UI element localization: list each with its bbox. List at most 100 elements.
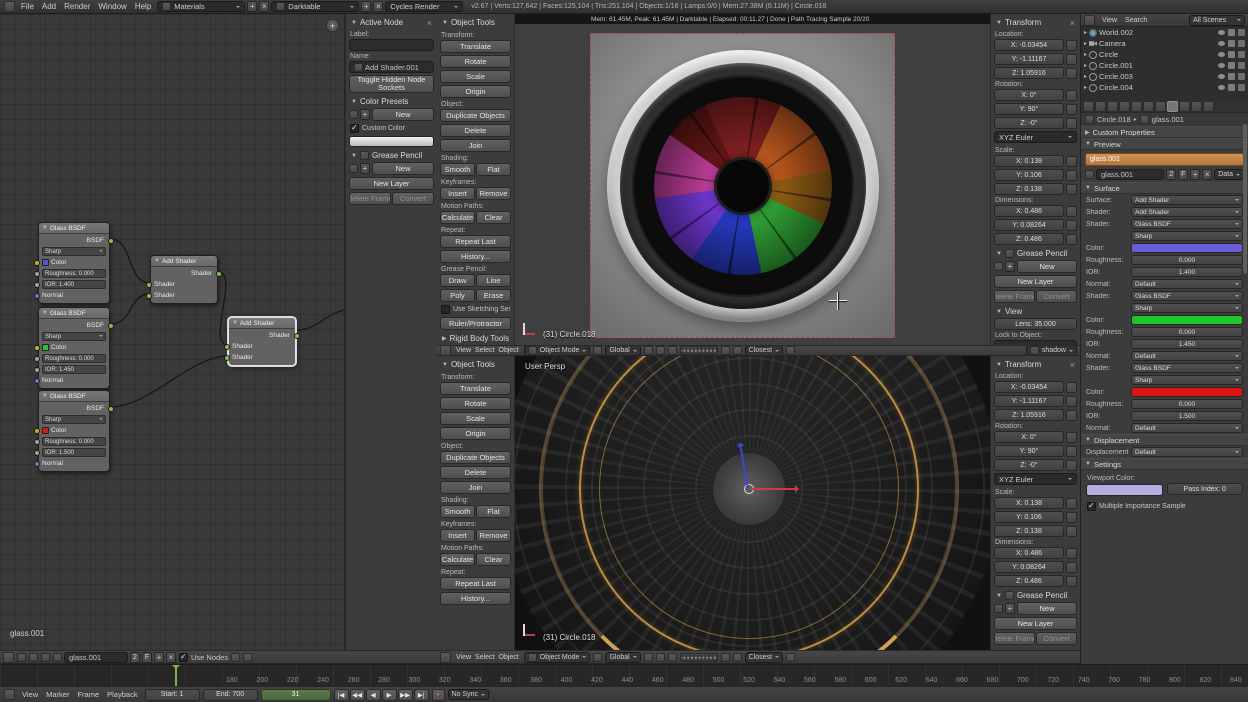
menu-item[interactable]: Playback [103,690,141,699]
tab-scene-icon[interactable] [1095,101,1106,112]
location-field[interactable]: Z: 1.05916 [994,409,1064,421]
selectability-icon[interactable] [1228,62,1235,69]
property-value[interactable]: 1.400 [1131,267,1243,277]
rotation-field[interactable]: X: 0° [994,89,1064,101]
renderability-icon[interactable] [1238,29,1245,36]
editor-type-icon[interactable] [3,652,14,663]
unlink-material-button[interactable]: × [166,652,176,663]
lock-icon[interactable] [1066,548,1077,559]
sync-select[interactable]: No Sync [448,689,489,700]
node-header[interactable]: ▼Glass BSDF [39,308,109,319]
record-button[interactable]: ● [432,689,445,701]
tab-modifiers-icon[interactable] [1143,101,1154,112]
renderability-icon[interactable] [1238,40,1245,47]
lens-field[interactable]: Lens: 35.000 [994,318,1077,330]
dimension-field[interactable]: X: 0.486 [994,547,1064,559]
breadcrumb-material[interactable]: glass.001 [1152,115,1184,124]
editor-type-icon[interactable] [4,1,15,12]
normal-socket[interactable] [34,293,40,299]
property-value[interactable]: Glass BSDF [1131,219,1243,229]
menu-item[interactable]: Frame [73,690,103,699]
node-header[interactable]: ▼Add Shader [151,256,217,267]
snap-magnet-icon[interactable] [733,346,742,355]
tool-button[interactable]: Insert [440,187,475,200]
lock-icon[interactable] [1066,460,1077,471]
scale-field[interactable]: Z: 0.138 [994,183,1064,195]
tool-button[interactable]: Delete [440,124,511,137]
menu-item[interactable]: Object [497,347,521,354]
texture-nodes-icon[interactable] [29,653,38,662]
tool-button[interactable]: Clear [476,553,511,566]
ior-field[interactable]: IOR: 1.400 [42,280,106,289]
rotation-field[interactable]: Y: 90° [994,445,1064,457]
timeline-ruler[interactable]: 1802002202402602803003203403603804004204… [0,664,1248,686]
outliner-row[interactable]: ▸ Circle.004 [1081,82,1248,93]
selectability-icon[interactable] [1228,73,1235,80]
tool-button[interactable]: Rotate [440,55,511,68]
lock-icon[interactable] [1066,562,1077,573]
renderability-icon[interactable] [1238,51,1245,58]
distribution-select[interactable]: Sharp [42,332,106,341]
ior-socket[interactable] [34,450,40,456]
outliner-row[interactable]: ▸ Circle [1081,49,1248,60]
location-field[interactable]: Y: -1.11167 [994,53,1064,65]
color-socket[interactable] [34,260,40,266]
tool-button[interactable]: Scale [440,70,511,83]
node-header[interactable]: ▼Glass BSDF [39,391,109,402]
display-scope-select[interactable]: All Scenes [1189,15,1245,26]
tab-world-icon[interactable] [1107,101,1118,112]
editor-type-icon[interactable] [440,345,451,356]
fake-user-button[interactable]: F [1178,169,1188,180]
renderability-icon[interactable] [1238,84,1245,91]
material-slot[interactable]: glass.001 [1085,153,1244,166]
rotation-order-select[interactable]: XYZ Euler [994,473,1077,485]
property-value[interactable]: Sharp [1131,231,1243,241]
region-plus-icon[interactable]: + [326,19,339,32]
tab-physics-icon[interactable] [1203,101,1214,112]
browse-material-icon[interactable] [53,653,62,662]
rotation-field[interactable]: X: 0° [994,431,1064,443]
scale-field[interactable]: X: 0.138 [994,497,1064,509]
users-count[interactable]: 2 [130,652,140,663]
node-color-swatch[interactable] [349,136,434,147]
outliner-row[interactable]: ▸ World.002 [1081,27,1248,38]
new-preset-button[interactable]: New [372,108,434,121]
snap-element-select[interactable]: Closest [745,345,783,356]
playback-button[interactable]: ▶ [382,689,397,701]
frame-start-field[interactable]: Start: 1 [145,689,200,701]
collapse-icon[interactable]: ▼ [42,225,48,231]
toggle-hidden-sockets-button[interactable]: Toggle Hidden Node Sockets [349,75,434,93]
tool-button[interactable]: Clear [476,211,511,224]
close-icon[interactable]: × [1070,360,1075,370]
collapse-icon[interactable]: ▼ [996,251,1002,257]
property-value[interactable] [1131,315,1243,325]
renderability-icon[interactable] [1238,62,1245,69]
gp-new-layer-button[interactable]: New Layer [994,275,1077,288]
collapse-icon[interactable]: ▼ [1085,141,1091,147]
tool-button[interactable]: Flat [476,163,511,176]
distribution-select[interactable]: Sharp [42,247,106,256]
tool-button[interactable]: Repeat Last [440,577,511,590]
mis-checkbox[interactable] [1087,502,1096,511]
color-swatch[interactable] [42,427,49,434]
tool-button[interactable]: Calculate [440,211,475,224]
dimension-field[interactable]: X: 0.486 [994,205,1064,217]
manipulator-x-axis[interactable] [751,488,797,490]
playback-button[interactable]: ◀ [366,689,381,701]
selectability-icon[interactable] [1228,51,1235,58]
lock-icon[interactable] [1066,170,1077,181]
shader-output-socket[interactable] [216,271,222,277]
scale-manipulator-icon[interactable] [668,346,677,355]
render-viewport[interactable]: Mem: 61.45M, Peak: 61.45M | Darktable | … [515,14,990,345]
menu-item[interactable]: Window [94,2,130,11]
collapse-icon[interactable]: ▼ [351,20,357,26]
editor-type-icon[interactable] [440,652,451,663]
ior-socket[interactable] [34,282,40,288]
outliner-row[interactable]: ▸ Circle.003 [1081,71,1248,82]
tool-button[interactable]: Line [476,274,511,287]
color-socket[interactable] [34,428,40,434]
lock-icon[interactable] [1066,410,1077,421]
property-value[interactable]: Add Shader [1131,195,1243,205]
mode-select[interactable]: Object Mode [524,345,591,356]
tab-render-icon[interactable] [1083,101,1094,112]
